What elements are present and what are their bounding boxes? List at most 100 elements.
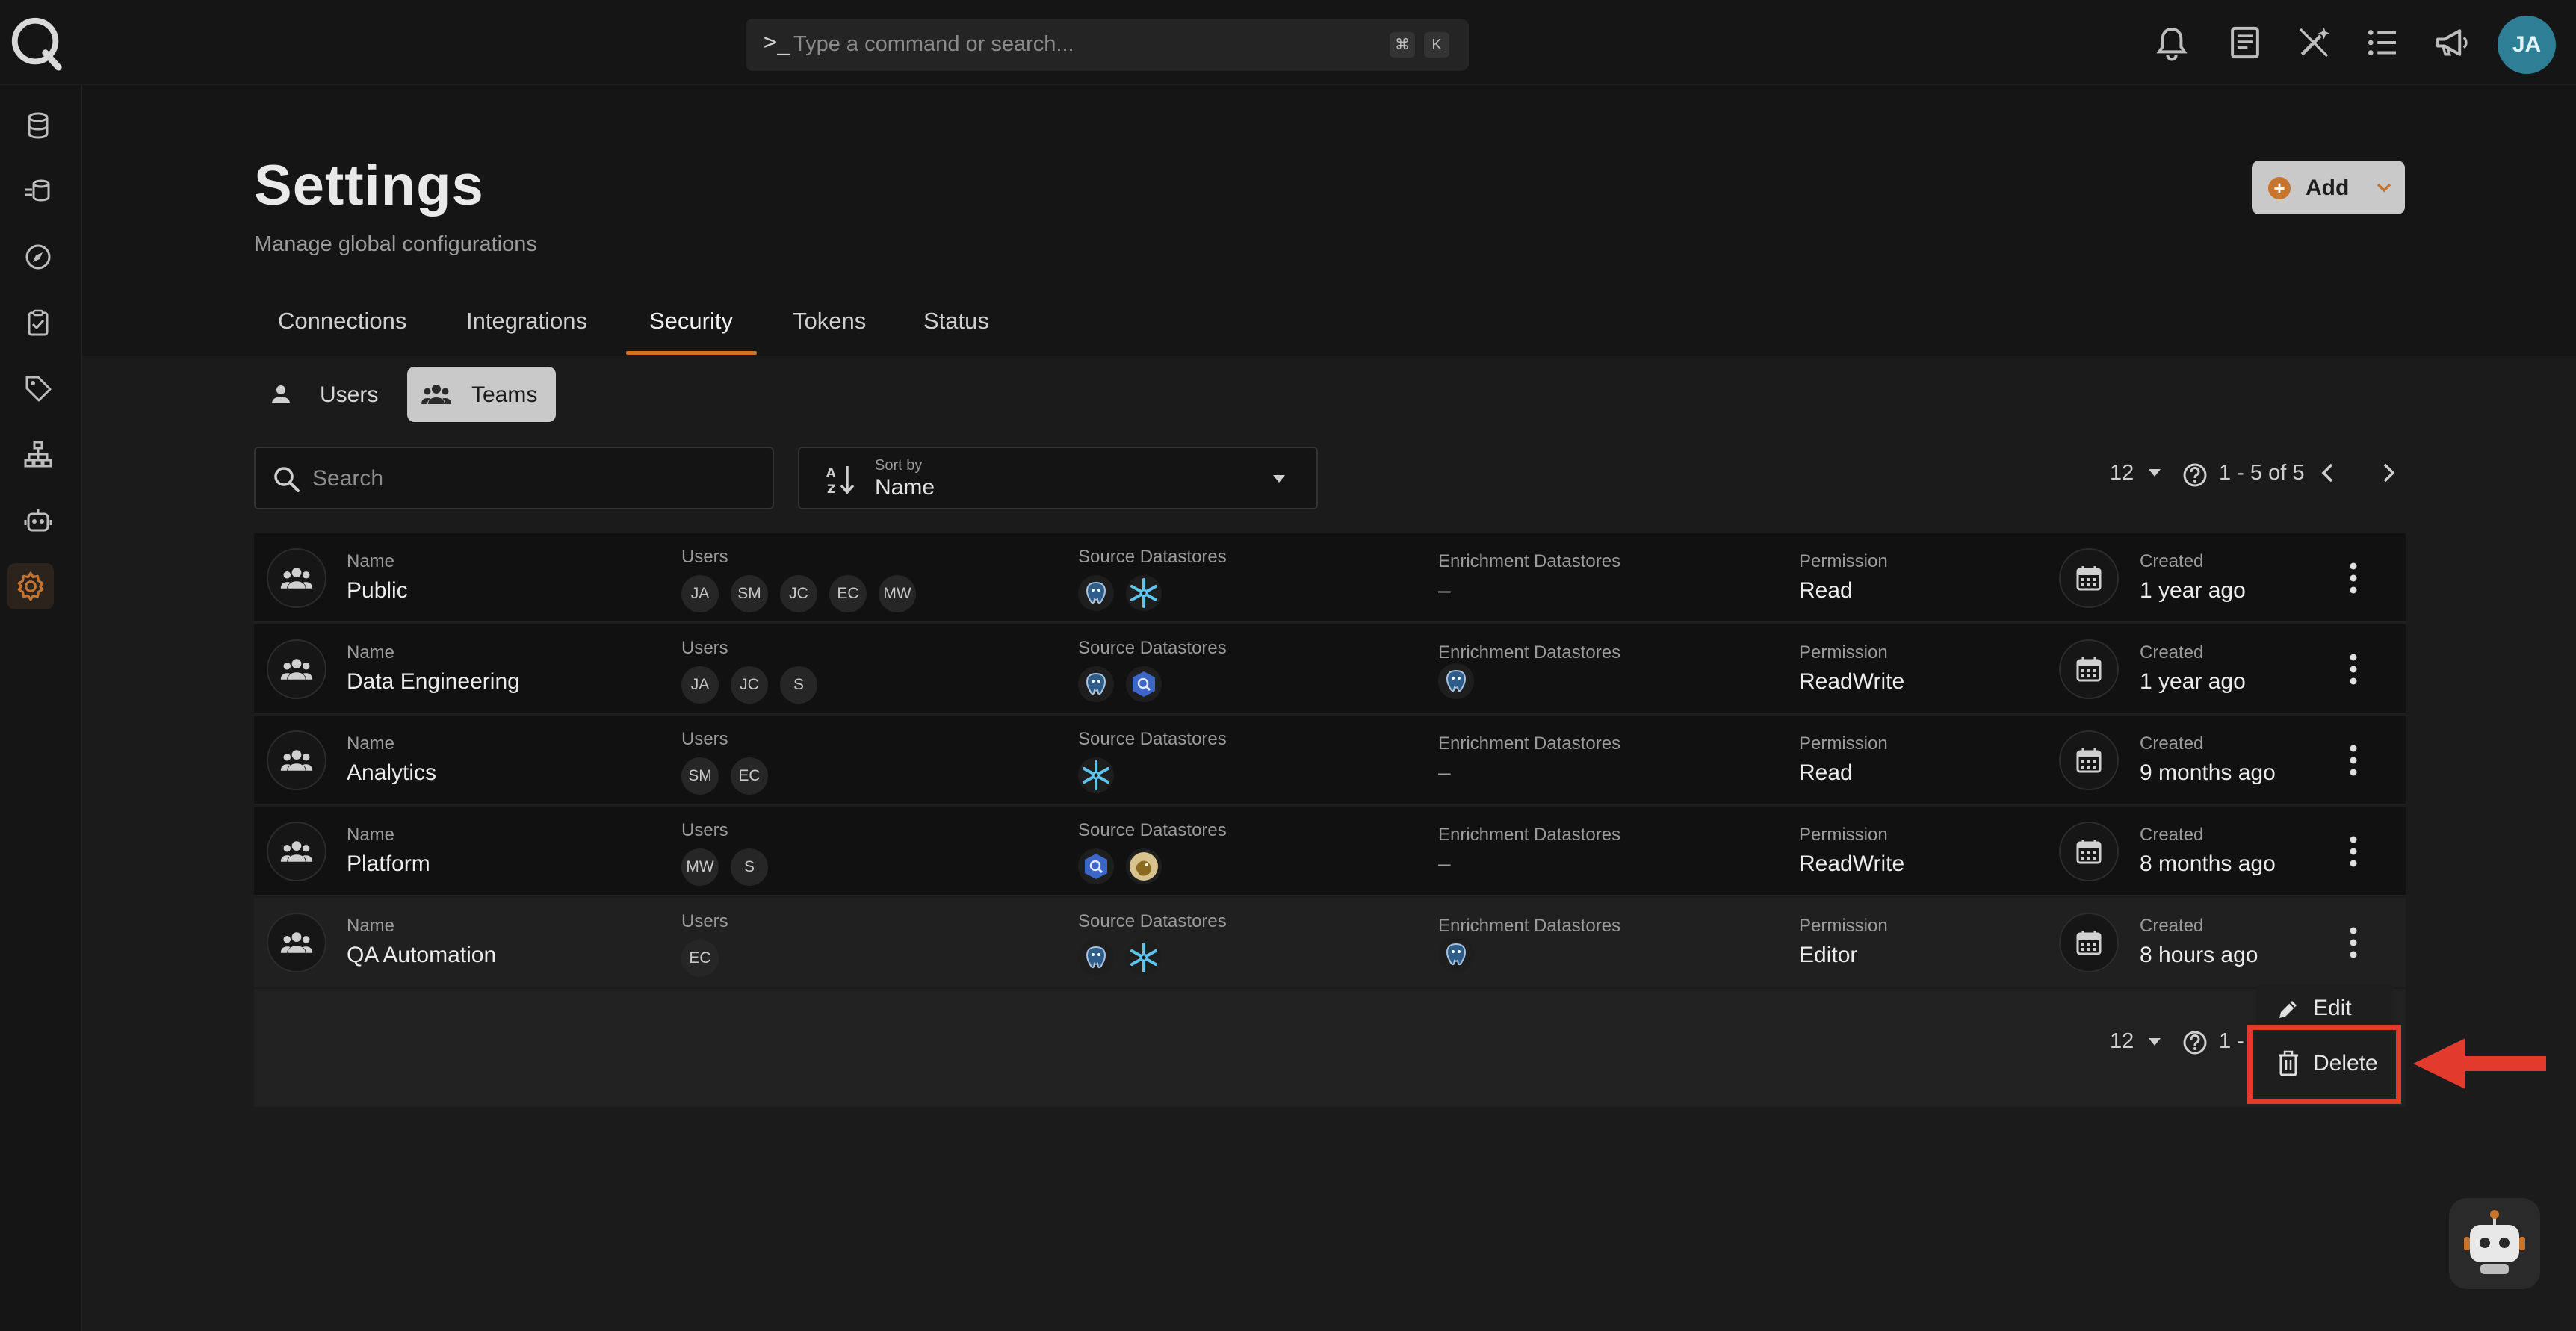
enrichment-label: Enrichment Datastores — [1438, 825, 1621, 845]
chevron-left-icon[interactable] — [2316, 460, 2341, 485]
sidebar-item-settings[interactable] — [7, 563, 54, 609]
permission-value: ReadWrite — [1799, 669, 1905, 694]
user-chip[interactable]: JC — [731, 666, 768, 704]
team-name: Public — [347, 578, 408, 603]
sort-select[interactable]: A Z Sort by Name — [798, 447, 1318, 509]
search-placeholder: Search — [312, 466, 384, 491]
document-icon[interactable] — [2225, 22, 2265, 63]
more-options-icon[interactable] — [2346, 742, 2361, 778]
database-icon — [28, 112, 49, 139]
enrichment-label: Enrichment Datastores — [1438, 916, 1621, 936]
subtab-teams[interactable]: Teams — [407, 367, 556, 422]
assistant-bot-button[interactable] — [2449, 1198, 2540, 1289]
tab-status[interactable]: Status — [923, 308, 989, 335]
user-chip[interactable]: JA — [681, 575, 719, 612]
caret-down-icon[interactable] — [2147, 1037, 2162, 1047]
user-chip[interactable]: JA — [681, 666, 719, 704]
page-size-select[interactable]: 12 — [2110, 461, 2134, 485]
sidebar-item-flows[interactable] — [17, 170, 59, 212]
group-icon — [280, 932, 313, 953]
source-cell: Source Datastores — [1078, 638, 1227, 702]
more-options-icon[interactable] — [2346, 560, 2361, 596]
more-options-icon[interactable] — [2346, 651, 2361, 687]
search-input[interactable]: Search — [254, 447, 774, 509]
tab-security[interactable]: Security — [649, 308, 733, 335]
hive-datastore-icon[interactable] — [1126, 848, 1162, 884]
tab-connections[interactable]: Connections — [278, 308, 406, 335]
tab-integrations[interactable]: Integrations — [466, 308, 587, 335]
sort-alpha-icon: A Z — [826, 465, 855, 496]
postgres-datastore-icon[interactable] — [1078, 940, 1114, 975]
users-label: Users — [681, 911, 728, 931]
stacked-datastore-icon — [25, 179, 50, 202]
chevron-right-icon[interactable] — [2376, 460, 2401, 485]
sidebar-item-tags[interactable] — [17, 367, 59, 409]
user-chip[interactable]: S — [780, 666, 817, 704]
user-chip[interactable]: SM — [681, 757, 719, 795]
sidebar-item-checks[interactable] — [17, 302, 59, 344]
bigquery-datastore-icon[interactable] — [1126, 666, 1162, 702]
subtab-users[interactable]: Users — [254, 367, 388, 422]
app-logo[interactable] — [7, 13, 66, 72]
snowflake-datastore-icon[interactable] — [1126, 940, 1162, 975]
help-icon[interactable] — [2182, 462, 2208, 488]
help-icon[interactable] — [2182, 1029, 2208, 1056]
list-icon[interactable] — [2362, 22, 2403, 63]
user-avatar[interactable]: JA — [2498, 16, 2556, 74]
snowflake-datastore-icon[interactable] — [1078, 757, 1114, 793]
table-row[interactable]: Name QA Automation Users EC Source Datas… — [254, 898, 2406, 987]
name-label: Name — [347, 733, 395, 754]
bell-icon[interactable] — [2152, 22, 2192, 63]
postgres-datastore-icon[interactable] — [1078, 666, 1114, 702]
caret-down-icon[interactable] — [2147, 468, 2162, 478]
more-options-icon[interactable] — [2346, 834, 2361, 869]
add-button[interactable]: + Add — [2252, 161, 2405, 214]
group-icon — [280, 841, 313, 862]
tab-tokens[interactable]: Tokens — [793, 308, 866, 335]
page-size-select-bottom[interactable]: 12 — [2110, 1029, 2134, 1054]
command-placeholder: Type a command or search... — [793, 32, 1074, 56]
megaphone-icon[interactable] — [2431, 22, 2471, 63]
tag-icon — [25, 376, 52, 402]
table-row[interactable]: Name Data Engineering Users JA JC S Source… — [254, 624, 2406, 714]
permission-cell: Permission Read — [1799, 733, 1888, 786]
team-name: Data Engineering — [347, 669, 520, 694]
user-chip[interactable]: EC — [681, 940, 719, 977]
user-chip[interactable]: MW — [681, 848, 719, 886]
calendar-icon — [2059, 639, 2119, 699]
user-chip[interactable]: S — [731, 848, 768, 886]
hierarchy-icon — [24, 441, 52, 468]
postgres-datastore-icon[interactable] — [1438, 937, 1474, 972]
magic-wand-off-icon[interactable] — [2294, 22, 2334, 63]
enrichment-label: Enrichment Datastores — [1438, 733, 1621, 754]
user-chip[interactable]: MW — [879, 575, 916, 612]
permission-value: ReadWrite — [1799, 851, 1905, 876]
user-chip[interactable]: EC — [829, 575, 867, 612]
snowflake-datastore-icon[interactable] — [1126, 575, 1162, 611]
terminal-icon: >_ — [764, 29, 791, 55]
command-search[interactable]: >_ Type a command or search... ⌘ K — [746, 19, 1469, 71]
sidebar-item-datastores[interactable] — [17, 105, 59, 146]
bigquery-datastore-icon[interactable] — [1078, 848, 1114, 884]
created-value: 1 year ago — [2140, 578, 2246, 603]
users-cell: Users EC — [681, 911, 728, 977]
table-row[interactable]: Name Analytics Users SM EC Source Datasto… — [254, 716, 2406, 805]
table-row[interactable]: Name Public Users JA SM JC EC MW Source Data… — [254, 533, 2406, 623]
postgres-datastore-icon[interactable] — [1438, 663, 1474, 699]
calendar-icon — [2059, 548, 2119, 608]
table-footer — [254, 989, 2406, 1107]
annotation-arrow-icon — [2413, 1038, 2546, 1089]
enrichment-label: Enrichment Datastores — [1438, 551, 1621, 571]
user-chip[interactable]: SM — [731, 575, 768, 612]
created-cell: Created 9 months ago — [2140, 733, 2276, 786]
sidebar-item-lineage[interactable] — [17, 433, 59, 475]
sidebar-item-explore[interactable] — [17, 236, 59, 278]
user-chip[interactable]: EC — [731, 757, 768, 795]
users-label: Users — [681, 729, 728, 749]
postgres-datastore-icon[interactable] — [1078, 575, 1114, 611]
sidebar-item-agents[interactable] — [17, 499, 59, 541]
svg-text:Z: Z — [827, 482, 836, 496]
table-row[interactable]: Name Platform Users MW S Source Datastore… — [254, 807, 2406, 896]
more-options-icon[interactable] — [2346, 925, 2361, 961]
user-chip[interactable]: JC — [780, 575, 817, 612]
